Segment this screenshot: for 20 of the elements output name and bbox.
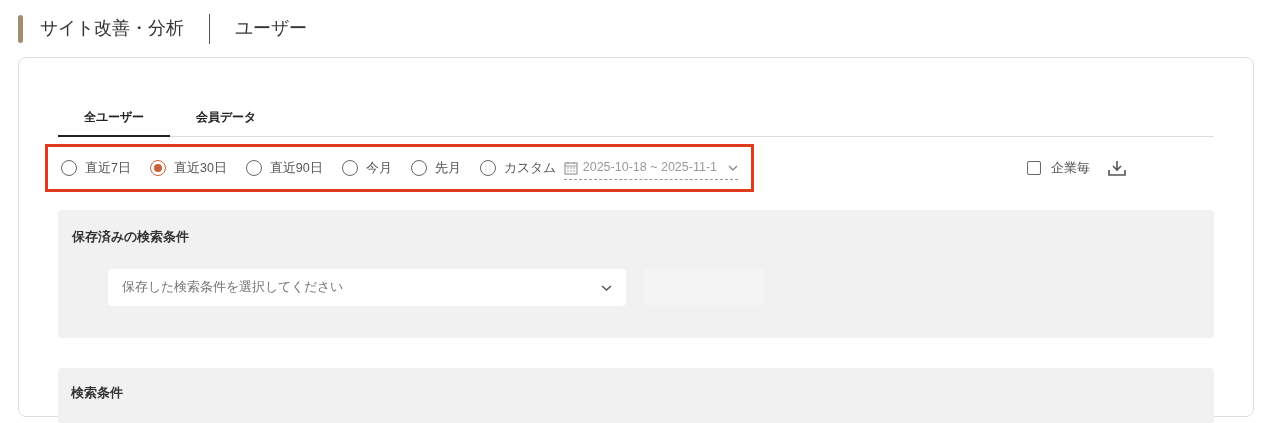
radio-label: 直近90日 (269, 159, 323, 177)
radio-label: 今月 (365, 159, 392, 177)
chevron-down-icon (601, 283, 612, 292)
radio-label: 先月 (434, 159, 461, 177)
radio-label: カスタム (503, 159, 556, 177)
chevron-down-icon (728, 163, 738, 172)
radio-label: 直近7日 (85, 159, 131, 177)
accent-bar (18, 14, 23, 43)
page-title: ユーザー (235, 17, 307, 40)
checkbox-label: 企業毎 (1051, 159, 1090, 177)
tab[interactable]: 会員データ (170, 98, 282, 137)
section-title: サイト改善・分析 (40, 17, 184, 40)
panel-title: 検索条件 (71, 385, 124, 402)
tab[interactable]: 全ユーザー (58, 98, 170, 137)
checkbox[interactable] (1027, 161, 1041, 175)
radio-label: 直近30日 (173, 159, 227, 177)
download-icon[interactable] (1108, 160, 1126, 176)
panel-title: 保存済みの検索条件 (72, 229, 190, 246)
calendar-icon (563, 160, 578, 175)
dropdown-field[interactable]: 保存した検索条件を選択してください (108, 268, 626, 306)
